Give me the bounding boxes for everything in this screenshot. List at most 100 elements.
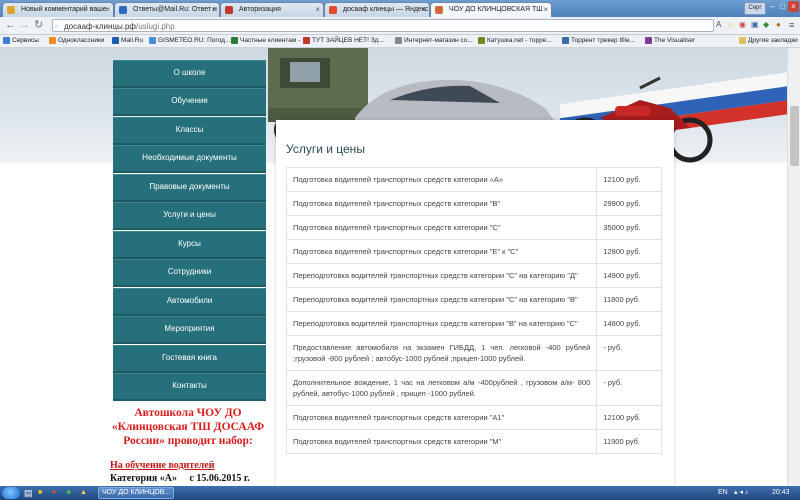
menu-item-required-docs[interactable]: Необходимые документы <box>113 145 266 173</box>
table-row: Переподготовка водителей транспортных ср… <box>285 311 662 336</box>
page-icon: ▫ <box>55 22 58 31</box>
taskbar-window-button[interactable]: ЧОУ ДО КЛИНЦОВ... <box>98 487 174 499</box>
table-row: Предоставление автомобиля на экзамен ГИБ… <box>285 335 662 371</box>
translate-icon[interactable]: A <box>716 19 721 31</box>
service-name: Подготовка водителей транспортных средст… <box>285 215 598 240</box>
bookmark-item[interactable]: ТУТ ЗАЙЦЕВ НЕТ! Зд... <box>302 35 384 47</box>
folder-icon[interactable]: ■ <box>38 488 42 498</box>
service-name: Предоставление автомобиля на экзамен ГИБ… <box>285 335 598 371</box>
browser-tab-strip: Новый комментарий ваше × Ответы@Mail.Ru:… <box>0 0 800 18</box>
bookmark-favicon <box>231 37 238 44</box>
tray-icons[interactable]: ▴ ◂ ♪ <box>734 488 748 498</box>
service-price: 12100 руб. <box>596 167 662 192</box>
bookmark-item[interactable]: Одноклассники <box>48 35 104 47</box>
tab-label: Авторизация <box>239 6 281 13</box>
extension-icon[interactable]: ◉ <box>739 19 746 31</box>
bookmark-label: Одноклассники <box>58 37 105 44</box>
menu-item-events[interactable]: Мероприятия <box>113 316 266 344</box>
bookmark-label: Другие закладки <box>748 37 798 44</box>
bookmark-label: The Visualiser <box>654 37 696 44</box>
browser-tab[interactable]: досааф клинцы — Яндекс × <box>324 2 430 17</box>
browser-tab-active[interactable]: ЧОУ ДО КЛИНЦОВСКАЯ ТШ × <box>430 2 552 18</box>
service-price: 29900 руб. <box>596 191 662 216</box>
other-bookmarks[interactable]: Другие закладки <box>738 35 798 47</box>
explorer-icon[interactable]: ▤ <box>24 488 33 498</box>
service-price: 12100 руб. <box>596 405 662 430</box>
bookmark-favicon <box>49 37 56 44</box>
close-window-icon[interactable]: × <box>788 1 799 12</box>
bookmark-item[interactable]: Mail.Ru <box>111 35 143 47</box>
tab-label: досааф клинцы — Яндекс <box>343 6 429 13</box>
bookmark-item[interactable]: Катушка.net - торре... <box>477 35 552 47</box>
apps-icon <box>3 37 10 44</box>
main-content: Услуги и цены Подготовка водителей транс… <box>276 120 674 486</box>
bookmark-item[interactable]: Интернет-магазин со... <box>394 35 473 47</box>
url-path: /uslugi.php <box>136 22 175 31</box>
browser-tab[interactable]: Ответы@Mail.Ru: Ответ н × <box>114 2 220 17</box>
page-title: Услуги и цены <box>286 142 365 156</box>
menu-item-classes[interactable]: Классы <box>113 117 266 145</box>
menu-item-contacts[interactable]: Контакты <box>113 373 266 401</box>
menu-item-staff[interactable]: Сотрудники <box>113 259 266 287</box>
close-icon[interactable]: × <box>421 3 426 17</box>
browser-icon[interactable]: ● <box>52 488 56 498</box>
bookmark-label: GISMETEO.RU: Погод... <box>158 37 231 44</box>
close-icon[interactable]: × <box>543 3 548 17</box>
bookmark-item[interactable]: Торрент трекер tfile... <box>561 35 635 47</box>
page-scrollbar[interactable] <box>787 48 800 486</box>
promo-headline: Автошкола ЧОУ ДО «Клинцовская ТШ ДОСААФ … <box>111 407 265 447</box>
service-price: - руб. <box>596 370 662 406</box>
back-icon[interactable]: ← <box>5 18 16 32</box>
scrollbar-thumb[interactable] <box>790 106 799 166</box>
close-icon[interactable]: × <box>315 3 320 17</box>
bookmark-item[interactable]: GISMETEO.RU: Погод... <box>148 35 230 47</box>
service-name: Подготовка водителей транспортных средст… <box>285 405 598 430</box>
menu-item-guestbook[interactable]: Гостевая книга <box>113 345 266 373</box>
reload-icon[interactable]: ↻ <box>34 18 43 32</box>
language-indicator[interactable]: EN <box>718 488 728 498</box>
bookmark-label: Сервисы <box>12 37 39 44</box>
extension-icon[interactable]: ● <box>776 19 781 31</box>
profile-badge[interactable]: Серг <box>744 2 766 15</box>
price-table: Подготовка водителей транспортных средст… <box>285 167 662 454</box>
menu-item-about[interactable]: О школе <box>113 60 266 88</box>
extension-icon[interactable]: ◆ <box>763 19 769 31</box>
service-price: 12800 руб. <box>596 239 662 264</box>
bookmark-label: Частные клиентам - <box>240 37 301 44</box>
menu-item-courses[interactable]: Курсы <box>113 231 266 259</box>
maximize-icon[interactable]: □ <box>777 1 788 12</box>
app-icon[interactable]: ◆ <box>66 488 71 498</box>
browser-tab[interactable]: Новый комментарий ваше × <box>2 2 114 17</box>
bookmark-star-icon[interactable]: ☆ <box>727 19 734 31</box>
bookmark-favicon <box>395 37 402 44</box>
promo-subheading[interactable]: На обучение водителей <box>110 460 214 471</box>
close-icon[interactable]: × <box>211 3 216 17</box>
bookmark-favicon <box>303 37 310 44</box>
extension-icon[interactable]: ▣ <box>751 19 759 31</box>
tab-label: Ответы@Mail.Ru: Ответ н <box>133 6 217 13</box>
service-name: Подготовка водителей транспортных средст… <box>285 167 598 192</box>
start-button[interactable] <box>2 487 20 499</box>
bookmark-item[interactable]: Сервисы <box>2 35 39 47</box>
bookmark-favicon <box>562 37 569 44</box>
service-name: Подготовка водителей транспортных средст… <box>285 191 598 216</box>
menu-item-services[interactable]: Услуги и цены <box>113 202 266 230</box>
address-bar[interactable]: ▫ досааф-клинцы.рф/uslugi.php <box>52 19 714 32</box>
forward-icon[interactable]: → <box>19 18 30 32</box>
tab-favicon <box>225 6 233 14</box>
tab-favicon <box>435 6 443 14</box>
bookmark-item[interactable]: Частные клиентам - <box>230 35 300 47</box>
menu-item-cars[interactable]: Автомобили <box>113 288 266 316</box>
promo-category-line: Категория «А» с 15.06.2015 г. <box>110 473 250 484</box>
close-icon[interactable]: × <box>105 3 110 17</box>
menu-item-legal-docs[interactable]: Правовые документы <box>113 174 266 202</box>
service-price: 35000 руб. <box>596 215 662 240</box>
table-row: Подготовка водителей транспортных средст… <box>285 239 662 264</box>
menu-icon[interactable]: ≡ <box>789 19 794 31</box>
browser-tab[interactable]: Авторизация × <box>220 2 324 17</box>
bookmark-label: Интернет-магазин со... <box>404 37 473 44</box>
app-icon[interactable]: ▲ <box>80 488 87 498</box>
bookmark-item[interactable]: The Visualiser <box>644 35 695 47</box>
menu-item-training[interactable]: Обучение <box>113 88 266 116</box>
clock[interactable]: 20:43 <box>772 488 790 498</box>
